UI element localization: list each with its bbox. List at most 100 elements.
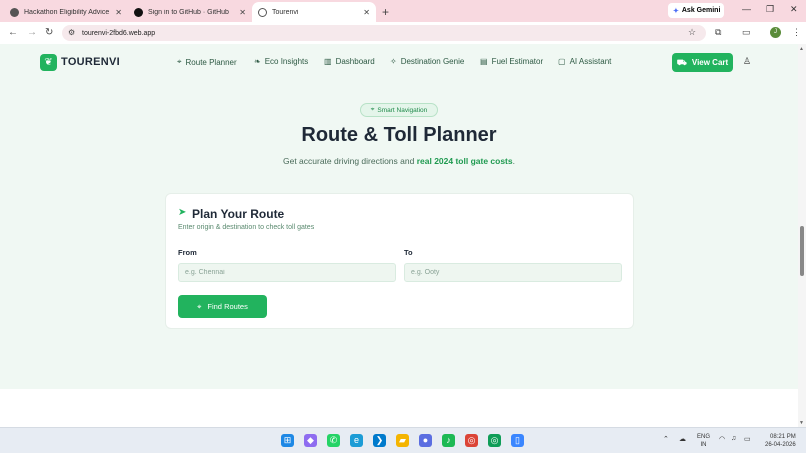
cast-icon[interactable]: ▭ [742,27,751,38]
menu-icon[interactable]: ⋮ [792,27,801,38]
find-routes-label: Find Routes [207,302,248,311]
url-field[interactable]: ⚙ tourenvi-2fbd6.web.app [62,25,706,41]
subtitle-suffix: . [512,156,515,166]
from-label: From [178,248,197,257]
file-explorer-icon[interactable]: ▰ [396,434,409,447]
chrome-active-icon[interactable]: ◎ [488,434,501,447]
ask-gemini-button[interactable]: ✦ Ask Gemini [668,3,724,18]
extensions-icon[interactable]: ⧉ [715,27,721,38]
chat-icon: ▢ [558,57,566,66]
nav-ai-assistant[interactable]: ▢ AI Assistant [558,57,611,66]
close-icon[interactable]: ✕ [363,8,370,17]
tab-title: Hackathon Eligibility Advice [24,8,110,16]
subtitle-prefix: Get accurate driving directions and [282,156,417,166]
page-content: ❦ TOURENVI ⌖ Route Planner ❧ Eco Insight… [0,44,798,427]
scroll-down-icon[interactable]: ▼ [799,420,804,426]
to-label: To [404,248,413,257]
volume-icon[interactable]: ♫ [731,435,736,442]
plan-route-card: ➤ Plan Your Route Enter origin & destina… [165,193,634,329]
chevron-up-icon[interactable]: ⌃ [663,435,669,443]
vscode-icon[interactable]: ❯ [373,434,386,447]
smart-navigation-badge: ⌖ Smart Navigation [360,103,438,117]
bar-chart-icon: ▥ [324,57,332,66]
card-title: Plan Your Route [192,207,285,221]
nav-destination-genie[interactable]: ✧ Destination Genie [390,57,464,66]
scroll-up-icon[interactable]: ▲ [799,46,804,52]
nav-label: Destination Genie [400,57,465,66]
navigation-arrow-icon: ➤ [178,207,187,218]
brand-name[interactable]: TOURENVI [61,56,120,68]
user-icon[interactable]: ♙ [743,56,751,67]
lang-line1: ENG [697,434,711,440]
maximize-button[interactable]: ❐ [766,4,774,15]
messenger-icon[interactable]: ● [419,434,432,447]
clock-date: 26-04-2026 [765,442,796,448]
nav-label: Route Planner [185,57,237,67]
tab-title: Sign in to GitHub · GitHub [148,8,229,16]
nav-label: AI Assistant [569,57,612,66]
battery-icon[interactable]: ▭ [744,435,751,443]
card-subtitle: Enter origin & destination to check toll… [178,224,315,231]
cloud-icon[interactable]: ☁ [679,435,686,443]
spotify-icon[interactable]: ♪ [442,434,455,447]
nav-label: Fuel Estimator [491,57,544,66]
close-window-button[interactable]: ✕ [790,4,798,15]
windows-start-icon[interactable]: ⊞ [281,434,294,447]
next-section [0,389,798,427]
badge-label: Smart Navigation [377,106,428,114]
page-title: Route & Toll Planner [301,124,497,146]
nav-label: Eco Insights [264,57,309,66]
leaf-icon: ❧ [254,57,261,66]
system-clock[interactable]: 08:21 PM 26-04-2026 [765,433,796,449]
phone-link-icon[interactable]: ▯ [511,434,524,447]
leaf-logo-icon[interactable]: ❦ [40,54,57,71]
site-info-icon[interactable]: ⚙ [68,28,75,37]
chatgpt-icon [10,7,19,17]
tab-hackathon[interactable]: Hackathon Eligibility Advice ✕ [4,2,128,22]
whatsapp-icon[interactable]: ✆ [327,434,340,447]
back-button[interactable]: ← [8,27,18,38]
to-input[interactable] [404,263,622,282]
close-icon[interactable]: ✕ [239,8,246,17]
gemini-label: Ask Gemini [681,7,721,14]
url-text: tourenvi-2fbd6.web.app [82,29,156,37]
bookmark-star-icon[interactable]: ☆ [688,27,696,38]
cart-label: View Cart [691,58,729,67]
lang-line2: IN [700,442,707,448]
subtitle-highlight: real 2024 toll gate costs [416,156,513,166]
nav-dashboard[interactable]: ▥ Dashboard [324,57,375,66]
clock-time: 08:21 PM [770,434,796,440]
github-icon [134,7,143,17]
tab-github[interactable]: Sign in to GitHub · GitHub ✕ [128,2,252,22]
wifi-icon[interactable]: ◠ [719,435,725,443]
from-input[interactable] [178,263,396,282]
cart-icon: ⛟ [676,57,687,67]
page-scrollbar[interactable]: ▲ ▼ [798,44,806,427]
scrollbar-thumb[interactable] [800,226,804,276]
edge-icon[interactable]: e [350,434,363,447]
chrome-icon[interactable]: ◎ [465,434,478,447]
map-pin-icon: ⌖ [197,301,202,311]
nav-label: Dashboard [335,57,375,66]
new-tab-button[interactable]: + [382,2,389,22]
find-routes-button[interactable]: ⌖ Find Routes [178,295,267,318]
tab-title: Tourenvi [272,8,299,16]
site-header: ❦ TOURENVI ⌖ Route Planner ❧ Eco Insight… [0,44,798,82]
nav-fuel-estimator[interactable]: ▤ Fuel Estimator [480,57,543,66]
globe-icon [258,7,267,17]
minimize-button[interactable]: — [742,4,751,14]
nav-eco-insights[interactable]: ❧ Eco Insights [254,57,308,66]
tab-tourenvi[interactable]: Tourenvi ✕ [252,2,376,22]
fuel-icon: ▤ [480,57,488,66]
sparkle-icon: ✧ [390,57,397,66]
nav-route-planner[interactable]: ⌖ Route Planner [177,57,237,67]
close-icon[interactable]: ✕ [115,8,122,17]
windows-taskbar: ⊞ ◆ ✆ e ❯ ▰ ● ♪ ◎ ◎ ▯ ⌃ ☁ ENG IN ◠ ♫ ▭ 0… [0,427,806,453]
forward-button[interactable]: → [27,27,37,38]
copilot-icon[interactable]: ◆ [304,434,317,447]
profile-avatar[interactable]: J [770,27,781,38]
page-subtitle: Get accurate driving directions and real… [0,156,798,166]
reload-button[interactable]: ↻ [45,27,53,38]
language-indicator[interactable]: ENG IN [697,433,710,449]
view-cart-button[interactable]: ⛟ View Cart [672,53,733,72]
